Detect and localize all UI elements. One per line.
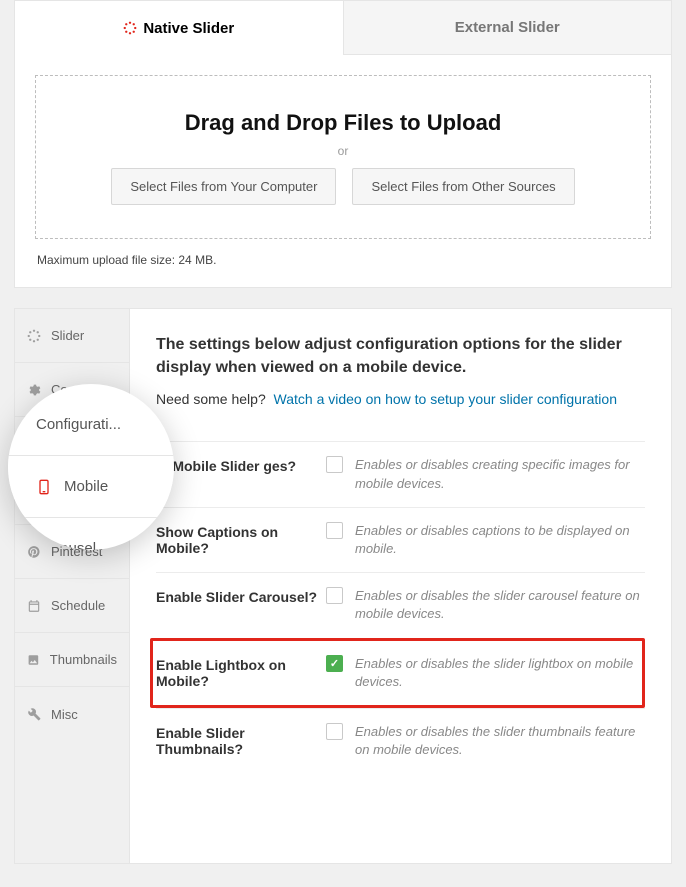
sidebar-item-thumbnails[interactable]: Thumbnails (15, 633, 129, 687)
sidebar-item-slider[interactable]: Slider (15, 309, 129, 363)
setting-row-captions: Show Captions on Mobile? Enables or disa… (156, 507, 645, 572)
mobile-icon (36, 479, 52, 495)
settings-content: The settings below adjust configuration … (130, 309, 671, 863)
gear-icon (27, 383, 41, 397)
dropzone-title: Drag and Drop Files to Upload (185, 110, 502, 136)
setting-row-thumbnails: Enable Slider Thumbnails? Enables or dis… (156, 708, 645, 773)
sidebar-item-label: Slider (51, 328, 84, 343)
checkbox-captions[interactable] (326, 522, 343, 539)
sidebar-item-misc[interactable]: Misc (15, 687, 129, 741)
dropzone-button-row: Select Files from Your Computer Select F… (111, 168, 574, 205)
pinterest-icon (27, 545, 41, 559)
settings-heading: The settings below adjust configuration … (156, 333, 645, 379)
setting-row-mobile-images: te Mobile Slider ges? Enables or disable… (156, 441, 645, 506)
setting-label: Show Captions on Mobile? (156, 522, 326, 556)
wrench-icon (27, 707, 41, 721)
file-dropzone[interactable]: Drag and Drop Files to Upload or Select … (35, 75, 651, 239)
sidebar-item-label: Schedule (51, 598, 105, 613)
tab-native-slider[interactable]: Native Slider (15, 1, 343, 55)
loader-icon (27, 329, 41, 343)
magnifier-label: Mobile (64, 478, 108, 495)
max-upload-size: Maximum upload file size: 24 MB. (37, 253, 671, 267)
setting-label: Enable Slider Carousel? (156, 587, 326, 605)
calendar-icon (27, 599, 41, 613)
setting-desc: Enables or disables captions to be displ… (355, 522, 645, 558)
sidebar-item-label: Thumbnails (50, 652, 117, 667)
help-text: Need some help? (156, 391, 266, 407)
setting-desc: Enables or disables the slider lightbox … (355, 655, 642, 691)
setting-desc: Enables or disables the slider thumbnail… (355, 723, 645, 759)
sidebar-item-schedule[interactable]: Schedule (15, 579, 129, 633)
tab-external-slider[interactable]: External Slider (343, 1, 672, 55)
setting-label: Enable Slider Thumbnails? (156, 723, 326, 757)
sidebar-item-label: Misc (51, 707, 78, 722)
help-link[interactable]: Watch a video on how to setup your slide… (274, 391, 617, 407)
select-files-other-button[interactable]: Select Files from Other Sources (352, 168, 574, 205)
tab-native-label: Native Slider (143, 20, 234, 37)
setting-row-lightbox: Enable Lightbox on Mobile? ✓ Enables or … (150, 638, 645, 708)
tabs: Native Slider External Slider (15, 1, 671, 55)
image-icon (27, 653, 40, 667)
checkbox-carousel[interactable] (326, 587, 343, 604)
setting-row-carousel: Enable Slider Carousel? Enables or disab… (156, 572, 645, 637)
upload-card: Native Slider External Slider Drag and D… (14, 0, 672, 288)
magnifier-item-mobile[interactable]: Mobile (8, 456, 174, 518)
tab-external-label: External Slider (455, 19, 560, 36)
magnifier-label: Configurati... (36, 416, 121, 433)
setting-label: te Mobile Slider ges? (156, 456, 326, 474)
dropzone-or: or (338, 144, 349, 158)
checkbox-lightbox[interactable]: ✓ (326, 655, 343, 672)
checkbox-mobile-images[interactable] (326, 456, 343, 473)
select-files-computer-button[interactable]: Select Files from Your Computer (111, 168, 336, 205)
help-row: Need some help? Watch a video on how to … (156, 391, 645, 407)
magnifier-overlay: Configurati... Mobile Carousel (8, 384, 174, 550)
checkbox-thumbnails[interactable] (326, 723, 343, 740)
setting-desc: Enables or disables the slider carousel … (355, 587, 645, 623)
setting-label: Enable Lightbox on Mobile? (156, 655, 326, 689)
setting-desc: Enables or disables creating specific im… (355, 456, 645, 492)
loader-icon (123, 21, 137, 35)
